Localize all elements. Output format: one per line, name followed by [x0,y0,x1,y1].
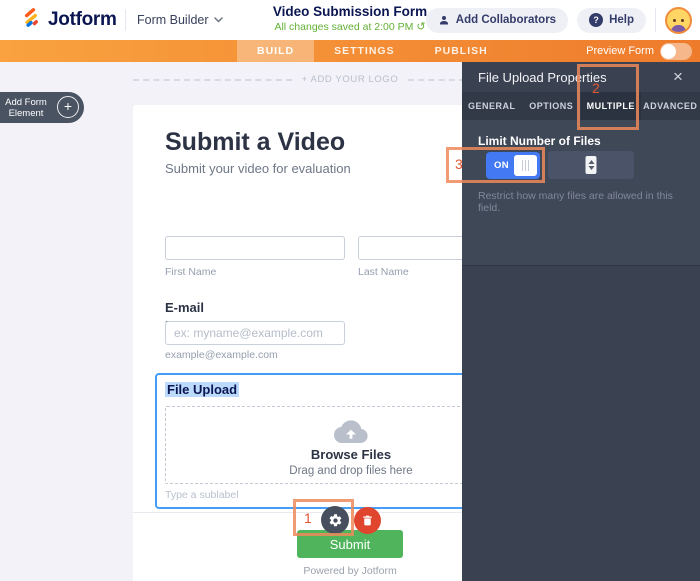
close-icon[interactable]: × [666,65,690,89]
trash-icon [361,514,374,527]
gear-icon [328,513,343,528]
chevron-down-icon [214,17,223,23]
preview-form-control: Preview Form [586,40,692,62]
form-heading[interactable]: Submit a Video [165,128,345,157]
help-icon: ? [589,13,603,27]
tab-settings[interactable]: SETTINGS [314,40,415,62]
panel-tab-advanced[interactable]: ADVANCED [641,92,700,120]
person-icon [438,14,450,26]
revision-history-icon[interactable]: ↺ [416,21,425,33]
panel-title: File Upload Properties [478,70,607,85]
submit-button[interactable]: Submit [297,530,403,558]
email-field-label[interactable]: E-mail [165,300,204,315]
add-collaborators-button[interactable]: Add Collaborators [426,8,568,33]
email-input[interactable] [165,321,345,345]
panel-tab-multiple[interactable]: MULTIPLE [581,92,641,120]
top-bar: Jotform Form Builder Video Submission Fo… [0,0,700,40]
file-upload-properties-panel: File Upload Properties × GENERAL OPTIONS… [462,62,700,581]
panel-tab-options[interactable]: OPTIONS [522,92,582,120]
limit-files-description: Restrict how many files are allowed in t… [478,190,684,214]
limit-files-label: Limit Number of Files [478,134,601,148]
email-sublabel: example@example.com [165,349,278,361]
last-name-sublabel: Last Name [358,266,409,278]
file-count-input[interactable] [548,151,634,179]
number-stepper-icon[interactable] [586,156,597,174]
header-actions: Add Collaborators ? Help [426,0,692,40]
limit-files-toggle[interactable]: ON [486,152,540,179]
add-form-element-label: Add Form Element [0,97,52,119]
header-divider [125,9,126,31]
builder-nav-tabs: BUILD SETTINGS PUBLISH [237,40,508,62]
upload-cloud-icon [334,419,368,448]
form-builder-label: Form Builder [137,13,209,27]
field-delete-button[interactable] [354,507,381,534]
jotform-logo-icon [20,7,41,33]
first-name-input[interactable] [165,236,345,260]
file-upload-label[interactable]: File Upload [165,382,239,397]
preview-form-label: Preview Form [586,45,654,57]
jotform-logo[interactable]: Jotform [20,0,117,40]
panel-tab-general[interactable]: GENERAL [462,92,522,120]
tab-publish[interactable]: PUBLISH [415,40,508,62]
limit-files-section: Limit Number of Files ON Restrict how ma… [462,120,700,266]
jotform-builder-screen: Jotform Form Builder Video Submission Fo… [0,0,700,581]
user-avatar[interactable] [665,7,692,34]
preview-form-toggle[interactable] [660,43,692,60]
header-divider-right [655,8,656,32]
first-name-sublabel: First Name [165,266,216,278]
builder-navbar: BUILD SETTINGS PUBLISH Preview Form [0,40,700,62]
field-settings-button[interactable] [321,506,349,534]
toggle-knob [514,155,537,176]
jotform-logo-text: Jotform [48,9,117,31]
add-form-element-button[interactable]: Add Form Element + [0,92,84,123]
tab-build[interactable]: BUILD [237,40,314,62]
help-button[interactable]: ? Help [577,8,646,33]
plus-icon: + [57,96,79,118]
add-logo-button[interactable]: + ADD YOUR LOGO [302,74,399,85]
form-subheading[interactable]: Submit your video for evaluation [165,161,351,176]
panel-tabs: GENERAL OPTIONS MULTIPLE ADVANCED [462,92,700,120]
toggle-on-label: ON [494,160,509,171]
panel-title-row: File Upload Properties × [462,62,700,92]
upload-sublabel-placeholder[interactable]: Type a sublabel [165,489,239,501]
form-builder-menu[interactable]: Form Builder [137,0,223,40]
